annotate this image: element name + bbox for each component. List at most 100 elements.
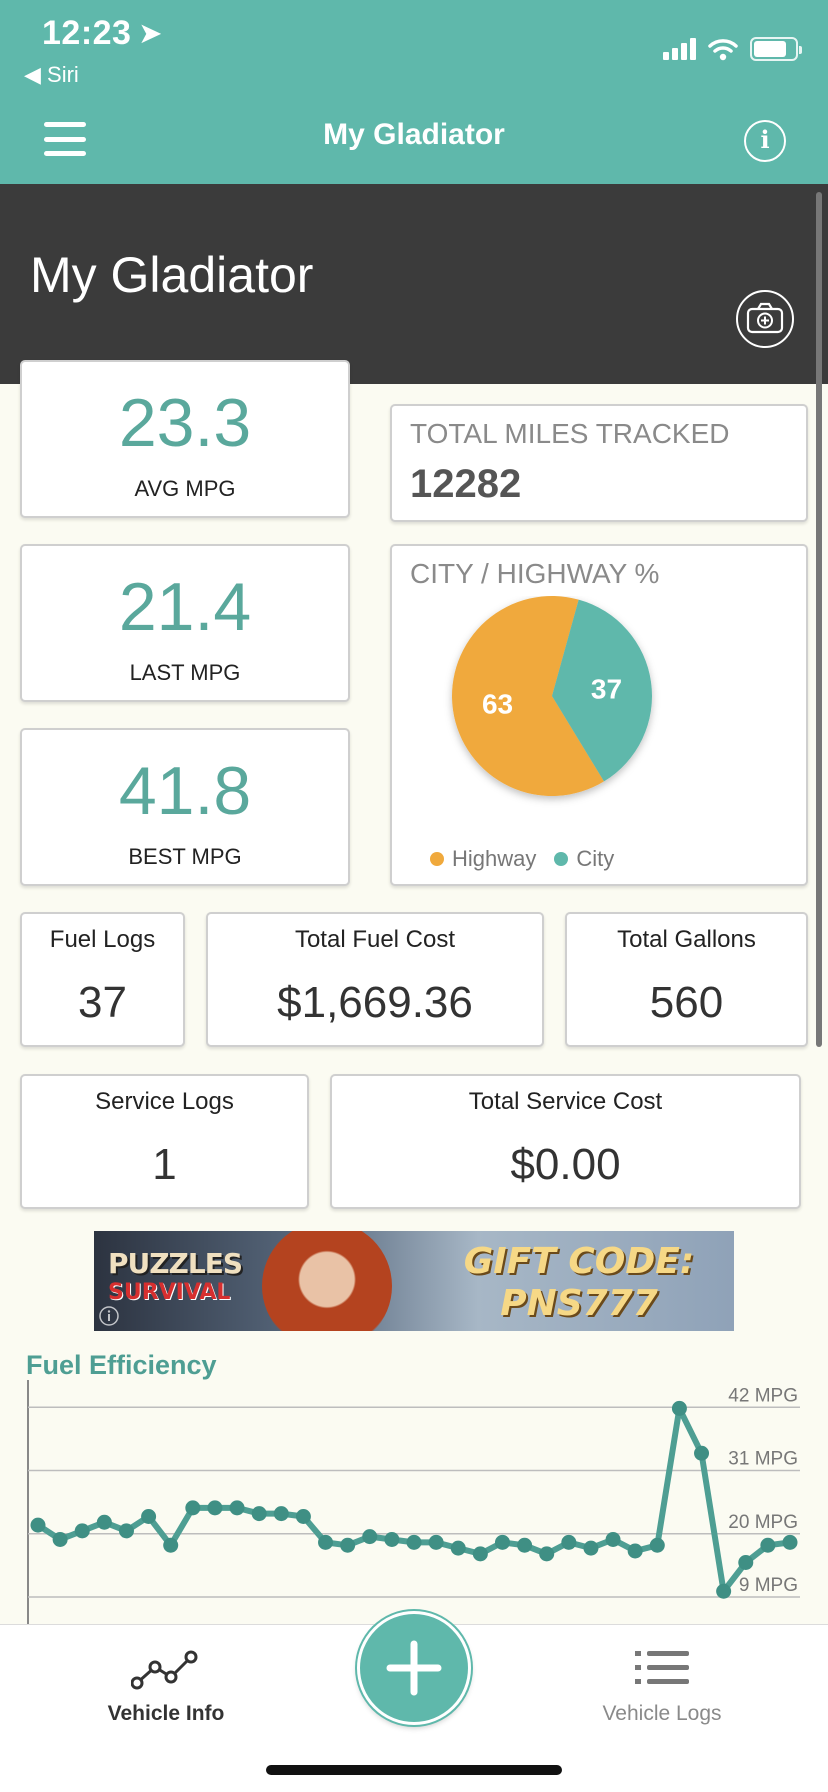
total-service-cost-card: Total Service Cost $0.00 <box>330 1074 801 1209</box>
camera-plus-icon <box>746 302 784 334</box>
add-photo-button[interactable] <box>736 290 794 348</box>
chart-point[interactable] <box>141 1509 157 1524</box>
add-log-button[interactable] <box>357 1611 471 1725</box>
chart-series-line <box>36 1405 791 1595</box>
chart-point[interactable] <box>251 1506 267 1522</box>
chart-point[interactable] <box>760 1537 776 1553</box>
signal-icon <box>663 38 696 60</box>
chart-point[interactable] <box>185 1500 201 1516</box>
total-fuel-cost-value: $1,669.36 <box>277 978 473 1027</box>
city-highway-card: CITY / HIGHWAY % 63 37 Highway City <box>390 544 808 886</box>
chart-y-tick-label: 9 MPG <box>739 1575 798 1596</box>
total-miles-value: 12282 <box>410 462 522 506</box>
service-logs-label: Service Logs <box>95 1088 234 1115</box>
chart-point[interactable] <box>738 1555 754 1570</box>
chart-y-tick-label: 31 MPG <box>728 1449 798 1470</box>
tab-bar: Vehicle Info Vehicle Logs <box>0 1611 828 1792</box>
chart-point[interactable] <box>694 1445 710 1461</box>
battery-icon <box>750 37 802 61</box>
total-fuel-cost-card: Total Fuel Cost $1,669.36 <box>206 912 544 1047</box>
fuel-logs-card[interactable]: Fuel Logs 37 <box>20 912 185 1047</box>
status-time: 12:23 ➤ <box>42 14 162 53</box>
chart-title: Fuel Efficiency <box>26 1350 217 1380</box>
legend-city: City <box>554 846 614 872</box>
total-miles-card: TOTAL MILES TRACKED 12282 <box>390 404 808 522</box>
legend-city-label: City <box>576 846 615 871</box>
chart-point[interactable] <box>30 1517 46 1533</box>
tab-vehicle-logs-label: Vehicle Logs <box>602 1702 722 1725</box>
chart-point[interactable] <box>627 1543 643 1559</box>
avg-mpg-card: 23.3 AVG MPG <box>20 360 350 518</box>
total-service-cost-label: Total Service Cost <box>468 1088 663 1115</box>
legend-highway: Highway <box>430 846 536 872</box>
fuel-logs-label: Fuel Logs <box>49 926 156 953</box>
info-icon[interactable]: i <box>744 120 786 162</box>
chart-point[interactable] <box>539 1546 555 1562</box>
ad-banner[interactable]: PUZZLES SURVIVAL GIFT CODE: PNS777 <box>94 1231 734 1331</box>
chart-point[interactable] <box>428 1534 444 1550</box>
tab-vehicle-info[interactable]: Vehicle Info <box>66 1645 266 1726</box>
total-service-cost-value: $0.00 <box>510 1140 621 1189</box>
best-mpg-value: 41.8 <box>118 753 252 829</box>
home-indicator <box>266 1765 562 1775</box>
chart-point[interactable] <box>782 1534 798 1550</box>
chart-point[interactable] <box>362 1529 378 1545</box>
chart-point[interactable] <box>295 1509 311 1524</box>
chart-point[interactable] <box>207 1500 223 1516</box>
top-bar: 12:23 ➤ ◀ Siri My Gladiator i <box>0 0 828 184</box>
service-logs-card[interactable]: Service Logs 1 <box>20 1074 309 1209</box>
wifi-icon <box>708 39 738 61</box>
location-arrow-icon: ➤ <box>139 18 162 48</box>
chart-point[interactable] <box>384 1532 400 1547</box>
status-icons <box>663 34 802 64</box>
chart-point[interactable] <box>716 1583 732 1599</box>
ad-game-logo: PUZZLES SURVIVAL <box>108 1247 243 1315</box>
city-highway-pie-chart: 63 37 <box>452 596 652 796</box>
total-gallons-label: Total Gallons <box>617 926 756 953</box>
back-to-siri-link[interactable]: ◀ Siri <box>24 62 79 88</box>
chart-point[interactable] <box>229 1500 245 1516</box>
chart-y-tick-label: 42 MPG <box>728 1385 798 1406</box>
vehicle-header: My Gladiator <box>0 184 828 384</box>
legend-highway-label: Highway <box>452 846 537 871</box>
ad-code-line2: PNS777 <box>500 1283 658 1324</box>
ad-code-line1: GIFT CODE: <box>463 1241 695 1282</box>
avg-mpg-value: 23.3 <box>118 385 252 461</box>
pie-label-highway: 63 <box>482 689 513 720</box>
chart-point[interactable] <box>96 1514 112 1530</box>
tab-vehicle-info-label: Vehicle Info <box>107 1702 225 1725</box>
chart-point[interactable] <box>450 1540 466 1556</box>
ad-character-image <box>262 1231 392 1331</box>
chart-point[interactable] <box>561 1534 577 1550</box>
chart-point[interactable] <box>649 1537 665 1553</box>
chart-point[interactable] <box>52 1532 68 1547</box>
best-mpg-card: 41.8 BEST MPG <box>20 728 350 886</box>
chart-point[interactable] <box>494 1534 510 1550</box>
ad-logo-line2: SURVIVAL <box>108 1280 231 1305</box>
chart-point[interactable] <box>318 1534 334 1550</box>
chart-point[interactable] <box>74 1523 90 1539</box>
line-chart-icon <box>130 1650 198 1690</box>
chart-point[interactable] <box>163 1537 179 1553</box>
chart-point[interactable] <box>671 1400 687 1416</box>
total-gallons-card: Total Gallons 560 <box>565 912 808 1047</box>
chart-point[interactable] <box>406 1534 422 1550</box>
fuel-logs-value: 37 <box>78 978 127 1027</box>
ad-logo-line1: PUZZLES <box>108 1247 243 1280</box>
chart-point[interactable] <box>517 1537 533 1553</box>
tab-vehicle-logs[interactable]: Vehicle Logs <box>562 1645 762 1726</box>
chart-point[interactable] <box>273 1506 289 1522</box>
service-logs-value: 1 <box>152 1140 177 1189</box>
ad-info-icon[interactable] <box>98 1305 120 1327</box>
ad-gift-code: GIFT CODE: PNS777 <box>434 1241 724 1325</box>
chart-point[interactable] <box>583 1540 599 1556</box>
chart-point[interactable] <box>118 1523 134 1539</box>
last-mpg-label: LAST MPG <box>129 660 241 685</box>
pie-label-city: 37 <box>591 673 622 704</box>
chart-point[interactable] <box>340 1537 356 1553</box>
chart-point[interactable] <box>605 1532 621 1547</box>
total-fuel-cost-label: Total Fuel Cost <box>294 926 456 953</box>
scroll-indicator <box>816 192 822 1047</box>
chart-point[interactable] <box>472 1546 488 1562</box>
status-time-text: 12:23 <box>42 14 132 52</box>
